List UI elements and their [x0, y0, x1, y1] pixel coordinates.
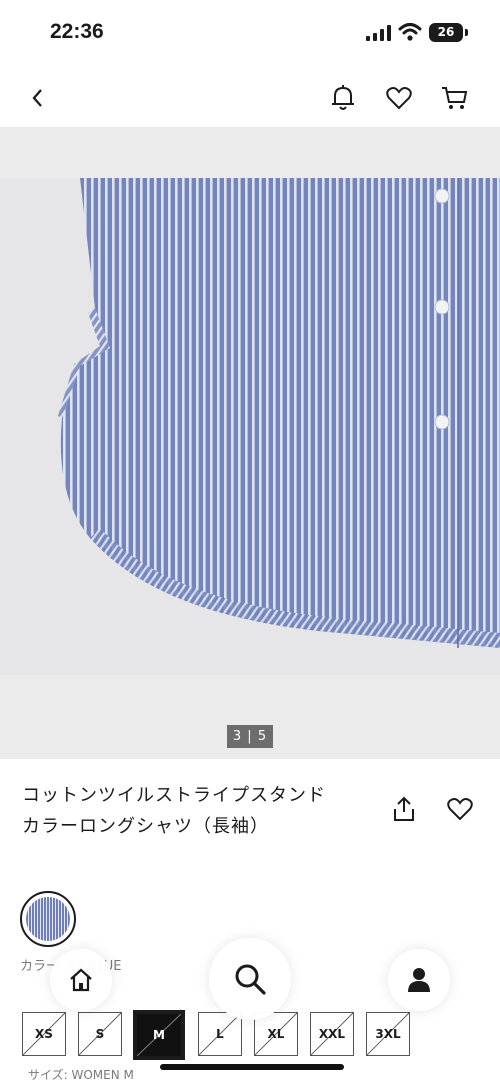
size-label-l: L	[216, 1027, 224, 1041]
share-icon[interactable]	[389, 794, 419, 824]
size-label-xs: XS	[35, 1027, 53, 1041]
home-indicator	[160, 1064, 344, 1070]
stripe-swatch-pattern	[26, 897, 70, 941]
size-option-s[interactable]: S	[78, 1012, 122, 1056]
size-option-xxl[interactable]: XXL	[310, 1012, 354, 1056]
size-label-3xl: 3XL	[375, 1027, 401, 1041]
person-icon	[408, 968, 430, 992]
color-swatch-selected[interactable]	[20, 891, 76, 947]
bottom-navigation	[0, 938, 500, 1020]
heart-icon[interactable]	[445, 794, 475, 824]
status-time: 22:36	[50, 20, 104, 43]
image-counter: 3 | 5	[227, 725, 273, 748]
size-label-xxl: XXL	[318, 1027, 346, 1041]
chevron-left-icon[interactable]	[22, 82, 54, 114]
home-icon	[70, 968, 92, 992]
status-bar: 22:36 26	[0, 0, 500, 68]
size-label: サイズ: WOMEN M	[28, 1068, 134, 1082]
size-option-3xl[interactable]: 3XL	[366, 1012, 410, 1056]
size-option-m[interactable]: M	[133, 1010, 185, 1060]
product-photo[interactable]	[0, 178, 500, 675]
size-option-l[interactable]: L	[198, 1012, 242, 1056]
product-title: コットンツイルストライプスタンド カラーロングシャツ（長袖）	[22, 780, 372, 842]
size-label-s: S	[95, 1027, 105, 1041]
cellular-signal-icon	[366, 25, 391, 41]
product-title-line2: カラーロングシャツ（長袖）	[22, 816, 269, 837]
product-image-gallery[interactable]: 3 | 5	[0, 127, 500, 759]
home-button[interactable]	[50, 949, 112, 1011]
size-label-m: M	[153, 1028, 165, 1042]
battery-tip	[465, 29, 468, 36]
size-label-xl: XL	[267, 1027, 285, 1041]
search-icon	[235, 964, 266, 995]
search-button[interactable]	[209, 938, 291, 1020]
battery-indicator: 26	[429, 23, 463, 42]
product-title-line1: コットンツイルストライプスタンド	[22, 785, 326, 806]
shirt-image	[58, 178, 500, 648]
account-button[interactable]	[388, 949, 450, 1011]
wifi-icon	[398, 23, 422, 41]
top-navbar	[0, 72, 500, 126]
size-option-xs[interactable]: XS	[22, 1012, 66, 1056]
heart-icon[interactable]	[383, 82, 415, 114]
cart-icon[interactable]	[439, 82, 471, 114]
bell-icon[interactable]	[327, 82, 359, 114]
